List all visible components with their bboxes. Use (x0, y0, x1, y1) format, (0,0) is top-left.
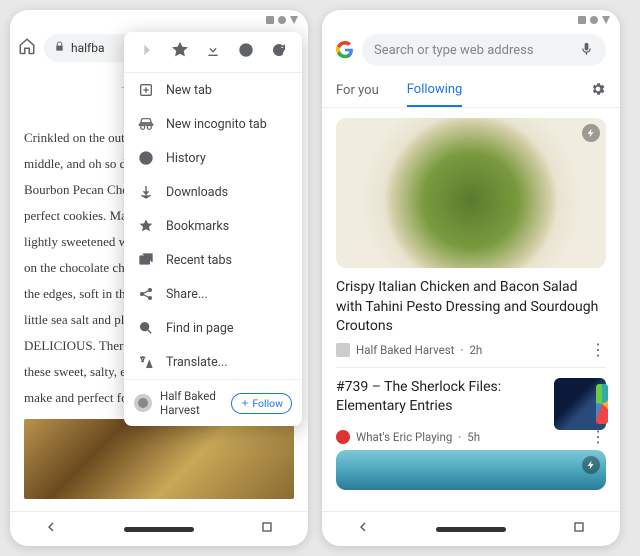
follow-button-label: Follow (252, 397, 283, 410)
article-image (24, 419, 294, 499)
menu-history[interactable]: History (124, 141, 302, 175)
home-pill[interactable] (436, 527, 506, 532)
menu-follow-site: Half Baked Harvest Follow (124, 380, 302, 426)
home-icon[interactable] (18, 37, 36, 59)
home-pill[interactable] (124, 527, 194, 532)
google-logo-icon (336, 41, 354, 59)
menu-translate[interactable]: Translate... (124, 345, 302, 379)
feed: Crispy Italian Chicken and Bacon Salad w… (322, 108, 620, 500)
forward-icon (139, 42, 155, 62)
source-icon (336, 430, 350, 444)
card2[interactable]: #739 – The Sherlock Files: Elementary En… (336, 378, 606, 430)
card2-age: 5h (467, 430, 480, 444)
system-nav (10, 511, 308, 546)
menu-label: Find in page (166, 321, 234, 336)
phone-left: halfba — HALF HAR Crinkled on the outsid… (10, 10, 308, 546)
card1-title[interactable]: Crispy Italian Chicken and Bacon Salad w… (336, 278, 606, 337)
menu-downloads[interactable]: Downloads (124, 175, 302, 209)
menu-incognito[interactable]: New incognito tab (124, 107, 302, 141)
menu-label: Translate... (166, 355, 228, 370)
menu-new-tab[interactable]: New tab (124, 73, 302, 107)
phone-right: Search or type web address For you Follo… (322, 10, 620, 546)
menu-icon-row (124, 32, 302, 72)
overview-icon[interactable] (571, 519, 587, 539)
menu-recent-tabs[interactable]: Recent tabs (124, 243, 302, 277)
menu-label: Downloads (166, 185, 228, 200)
source-icon (336, 343, 350, 357)
card2-title: #739 – The Sherlock Files: Elementary En… (336, 378, 544, 417)
card1-source: Half Baked Harvest (356, 343, 454, 357)
overflow-menu: New tab New incognito tab History Downlo… (124, 32, 302, 426)
search-placeholder: Search or type web address (374, 43, 534, 58)
follow-site-name: Half Baked Harvest (160, 389, 223, 417)
lightning-icon (582, 124, 600, 142)
feed-tabs: For you Following (322, 74, 620, 108)
site-favicon (134, 394, 152, 412)
overview-icon[interactable] (259, 519, 275, 539)
menu-label: New tab (166, 83, 212, 98)
menu-bookmarks[interactable]: Bookmarks (124, 209, 302, 243)
tab-following[interactable]: Following (407, 74, 463, 107)
info-icon[interactable] (238, 42, 254, 62)
lightning-icon (582, 456, 600, 474)
system-nav (322, 511, 620, 546)
mic-icon[interactable] (579, 41, 594, 60)
star-icon[interactable] (172, 42, 188, 62)
card2-source: What's Eric Playing (356, 430, 452, 444)
menu-label: New incognito tab (166, 117, 267, 132)
search-row: Search or type web address (322, 10, 620, 74)
reload-icon[interactable] (271, 42, 287, 62)
search-input[interactable]: Search or type web address (362, 34, 606, 66)
back-icon[interactable] (43, 519, 59, 539)
menu-label: Recent tabs (166, 253, 232, 268)
card3-image[interactable] (336, 450, 606, 490)
gear-icon[interactable] (590, 81, 606, 101)
menu-label: Bookmarks (166, 219, 229, 234)
follow-button[interactable]: Follow (231, 393, 292, 414)
back-icon[interactable] (355, 519, 371, 539)
tab-for-you[interactable]: For you (336, 75, 379, 106)
url-text: halfba (71, 41, 105, 55)
download-icon[interactable] (205, 42, 221, 62)
card1-age: 2h (469, 343, 482, 357)
card2-thumb (554, 378, 606, 430)
card2-meta: What's Eric Playing · 5h ⋮ (336, 430, 606, 444)
menu-label: Share... (166, 287, 208, 302)
menu-label: History (166, 151, 206, 166)
card1-image[interactable] (336, 118, 606, 268)
menu-share[interactable]: Share... (124, 277, 302, 311)
lock-icon (54, 41, 65, 55)
menu-find[interactable]: Find in page (124, 311, 302, 345)
card1-meta: Half Baked Harvest · 2h ⋮ (336, 343, 606, 357)
